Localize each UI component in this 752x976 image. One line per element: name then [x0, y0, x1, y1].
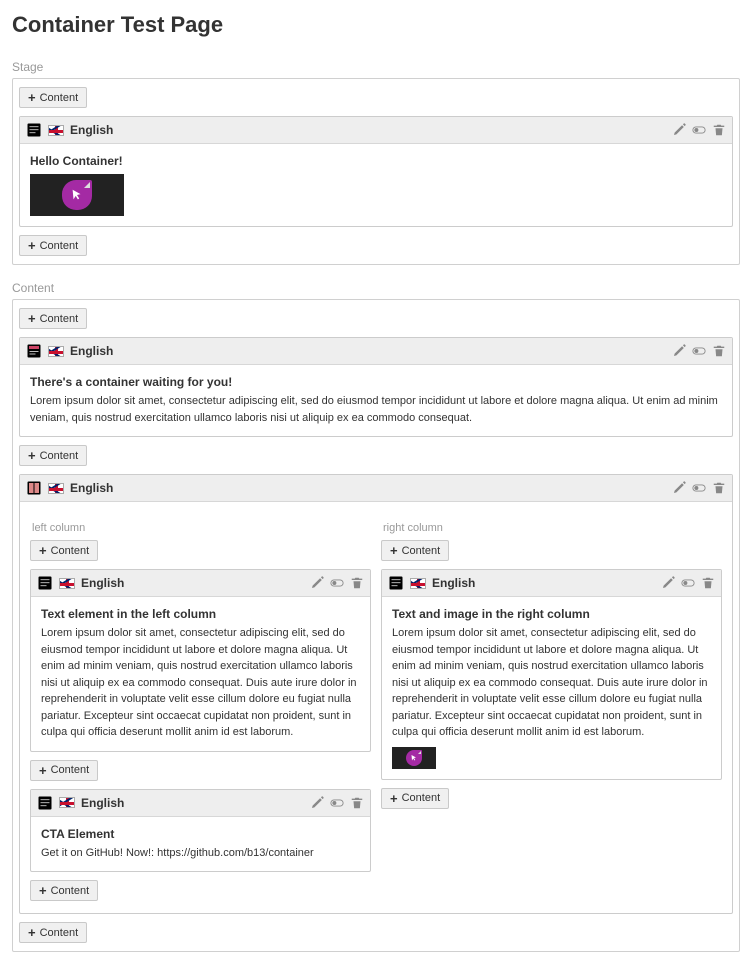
add-content-button[interactable]: +Content — [19, 308, 87, 329]
toggle-icon[interactable] — [681, 576, 695, 590]
pencil-icon[interactable] — [672, 123, 686, 137]
element-heading: Text element in the left column — [41, 607, 360, 621]
page-title: Container Test Page — [12, 12, 740, 38]
left-column: left column +Content English — [30, 516, 371, 903]
content-type-text-icon — [388, 575, 404, 591]
add-content-button[interactable]: +Content — [19, 922, 87, 943]
element-heading: Text and image in the right column — [392, 607, 711, 621]
flag-uk-icon — [410, 578, 426, 589]
content-element: English There's a container waiting for … — [19, 337, 733, 437]
pencil-icon[interactable] — [672, 481, 686, 495]
content-element: English Text and image in the right colu… — [381, 569, 722, 780]
element-header[interactable]: English — [382, 570, 721, 597]
element-header[interactable]: English — [20, 338, 732, 365]
wand-icon[interactable] — [726, 281, 740, 295]
content-element: English Text element in the left column … — [30, 569, 371, 752]
content-section-header: Content — [12, 277, 740, 299]
pencil-icon[interactable] — [661, 576, 675, 590]
stage-section-title: Stage — [12, 60, 43, 74]
content-section-title: Content — [12, 281, 54, 295]
element-heading: There's a container waiting for you! — [30, 375, 722, 389]
element-body: CTA Element Get it on GitHub! Now!: http… — [31, 817, 370, 872]
add-content-button[interactable]: +Content — [381, 540, 449, 561]
element-body: left column +Content English — [20, 502, 732, 913]
toggle-icon[interactable] — [692, 123, 706, 137]
flag-uk-icon — [59, 578, 75, 589]
flag-uk-icon — [48, 346, 64, 357]
pencil-icon[interactable] — [310, 796, 324, 810]
trash-icon[interactable] — [712, 123, 726, 137]
add-content-button[interactable]: +Content — [381, 788, 449, 809]
element-heading: CTA Element — [41, 827, 360, 841]
toggle-icon[interactable] — [692, 344, 706, 358]
plus-icon: + — [28, 239, 36, 252]
wand-icon[interactable] — [726, 60, 740, 74]
add-content-button[interactable]: +Content — [19, 235, 87, 256]
plus-icon: + — [39, 544, 47, 557]
toggle-icon[interactable] — [330, 796, 344, 810]
toggle-icon[interactable] — [330, 576, 344, 590]
trash-icon[interactable] — [701, 576, 715, 590]
content-element: English Hello Container! — [19, 116, 733, 227]
add-content-button[interactable]: +Content — [19, 445, 87, 466]
language-label: English — [70, 481, 113, 495]
stage-section-header: Stage — [12, 56, 740, 78]
column-label: right column — [381, 516, 722, 538]
element-body: Text and image in the right column Lorem… — [382, 597, 721, 779]
flag-uk-icon — [48, 125, 64, 136]
content-element: English CTA Element Get it on GitHub! No… — [30, 789, 371, 873]
element-body: There's a container waiting for you! Lor… — [20, 365, 732, 436]
content-type-text-icon — [37, 795, 53, 811]
plus-icon: + — [28, 449, 36, 462]
toggle-icon[interactable] — [692, 481, 706, 495]
image-thumbnail[interactable] — [392, 747, 436, 769]
language-label: English — [70, 123, 113, 137]
trash-icon[interactable] — [350, 576, 364, 590]
element-header[interactable]: English — [31, 570, 370, 597]
content-type-columns-icon — [26, 480, 42, 496]
trash-icon[interactable] — [350, 796, 364, 810]
element-text: Lorem ipsum dolor sit amet, consectetur … — [392, 625, 711, 741]
language-label: English — [432, 576, 475, 590]
element-body: Text element in the left column Lorem ip… — [31, 597, 370, 751]
plus-icon: + — [28, 926, 36, 939]
content-type-text-icon — [37, 575, 53, 591]
language-label: English — [70, 344, 113, 358]
flag-uk-icon — [59, 797, 75, 808]
element-text: Lorem ipsum dolor sit amet, consectetur … — [30, 393, 722, 426]
add-content-button[interactable]: +Content — [30, 540, 98, 561]
language-label: English — [81, 796, 124, 810]
add-content-button[interactable]: +Content — [30, 880, 98, 901]
plus-icon: + — [28, 91, 36, 104]
plus-icon: + — [390, 792, 398, 805]
content-type-text-icon — [26, 122, 42, 138]
element-header[interactable]: English — [20, 117, 732, 144]
add-content-button[interactable]: +Content — [30, 760, 98, 781]
plus-icon: + — [39, 764, 47, 777]
column-label: left column — [30, 516, 371, 538]
plus-icon: + — [28, 312, 36, 325]
trash-icon[interactable] — [712, 344, 726, 358]
flag-uk-icon — [48, 483, 64, 494]
element-heading: Hello Container! — [30, 154, 722, 168]
pencil-icon[interactable] — [310, 576, 324, 590]
element-header[interactable]: English — [31, 790, 370, 817]
pencil-icon[interactable] — [672, 344, 686, 358]
plus-icon: + — [39, 884, 47, 897]
plus-icon: + — [390, 544, 398, 557]
add-content-button[interactable]: +Content — [19, 87, 87, 108]
content-section-body: +Content English There's a container wai… — [12, 299, 740, 952]
element-header[interactable]: English — [20, 475, 732, 502]
trash-icon[interactable] — [712, 481, 726, 495]
image-thumbnail[interactable] — [30, 174, 124, 216]
element-text: Lorem ipsum dolor sit amet, consectetur … — [41, 625, 360, 741]
content-type-header-icon — [26, 343, 42, 359]
element-body: Hello Container! — [20, 144, 732, 226]
right-column: right column +Content English — [381, 516, 722, 903]
content-element-columns: English left column +Content Englis — [19, 474, 733, 914]
language-label: English — [81, 576, 124, 590]
stage-section-body: +Content English Hello Container! +Conte… — [12, 78, 740, 265]
